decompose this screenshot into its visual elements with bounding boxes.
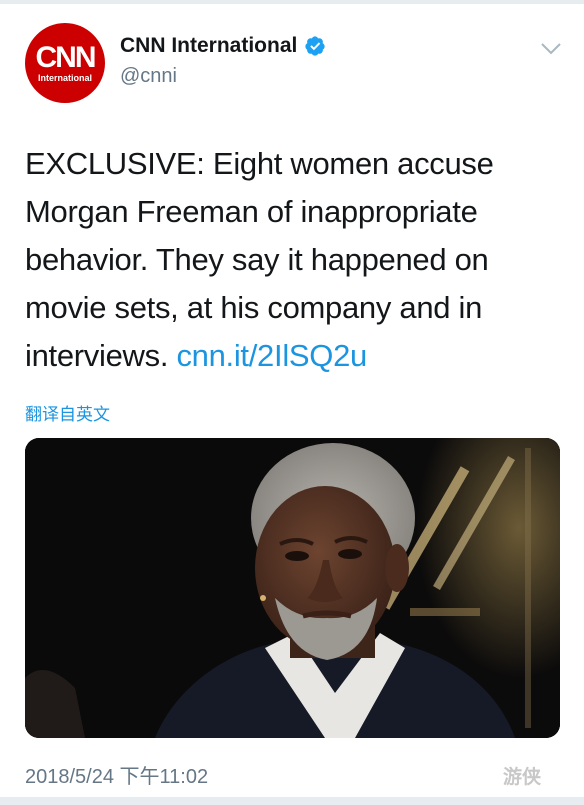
chevron-down-icon[interactable] xyxy=(540,42,562,56)
top-divider xyxy=(0,0,584,4)
handle[interactable]: @cnni xyxy=(120,65,177,88)
timestamp[interactable]: 2018/5/24 下午11:02 xyxy=(25,760,208,789)
watermark-logo: 游侠 xyxy=(503,767,542,788)
avatar-sub: International xyxy=(37,73,92,83)
avatar[interactable]: CNN International xyxy=(25,23,105,103)
bottom-divider xyxy=(0,797,584,805)
name-row: CNN International xyxy=(120,34,326,58)
avatar-logo: CNN xyxy=(35,41,97,74)
photo-illustration xyxy=(25,438,560,738)
tweet-photo[interactable] xyxy=(25,438,560,738)
verified-badge-icon xyxy=(305,36,325,56)
tweet-link[interactable]: cnn.it/2IlSQ2u xyxy=(176,338,367,373)
display-name[interactable]: CNN International xyxy=(120,34,297,58)
translate-link[interactable]: 翻译自英文 xyxy=(25,400,110,425)
tweet-text: EXCLUSIVE: Eight women accuse Morgan Fre… xyxy=(25,140,560,380)
